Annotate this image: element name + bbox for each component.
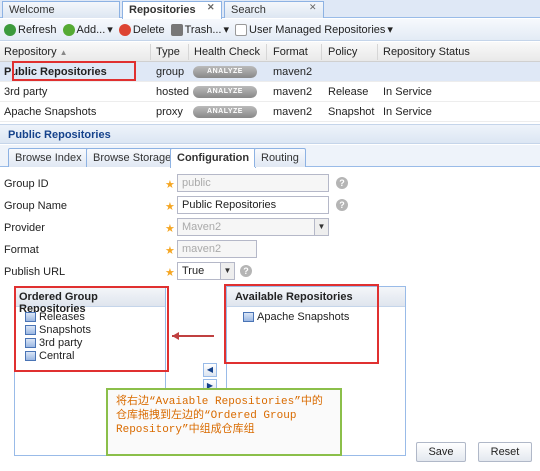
repository-policy: Snapshot <box>328 106 375 118</box>
repository-type: proxy <box>156 106 183 118</box>
group-name-field[interactable]: Public Repositories <box>177 196 329 214</box>
analyze-button[interactable]: ANALYZE <box>193 86 257 98</box>
repository-status: In Service <box>383 106 432 118</box>
dropdown-arrow-icon: ▾ <box>387 24 393 36</box>
column-header-type[interactable]: Type <box>156 46 180 58</box>
dropdown-arrow-icon: ▾ <box>223 24 230 36</box>
provider-label: Provider <box>4 222 45 234</box>
close-icon[interactable]: ✕ <box>309 2 317 13</box>
repository-type: group <box>156 66 185 78</box>
note-line: Repository”中组成仓库组 <box>116 424 255 436</box>
trash-label: Trash... <box>184 23 222 36</box>
tab-welcome[interactable]: Welcome <box>2 1 120 18</box>
add-button[interactable]: Add... ▾ <box>61 23 115 36</box>
note-line: 将右边“Avaiable Repositories”中的 <box>116 396 323 408</box>
publish-url-value: True <box>182 265 205 277</box>
tab-search[interactable]: Search ✕ <box>224 1 324 18</box>
arrow-left-icon <box>172 332 179 340</box>
trash-button[interactable]: Trash... ▾ <box>169 23 231 36</box>
tab-configuration[interactable]: Configuration <box>170 148 257 168</box>
tab-browse-index[interactable]: Browse Index <box>8 148 89 167</box>
tab-search-label: Search <box>231 4 266 16</box>
refresh-label: Refresh <box>18 23 57 36</box>
delete-icon <box>118 23 131 36</box>
group-name-label: Group Name <box>4 200 67 212</box>
publish-url-label: Publish URL <box>4 266 66 278</box>
detail-tab-bar: Browse Index Browse Storage Configuratio… <box>0 145 540 168</box>
analyze-button[interactable]: ANALYZE <box>193 106 257 118</box>
add-icon <box>62 23 75 36</box>
provider-value: Maven2 <box>182 221 222 233</box>
highlight-box-selected-repository <box>12 61 136 81</box>
help-icon[interactable]: ? <box>240 265 252 277</box>
repository-toolbar: Refresh Add... ▾ Delete Trash... ▾ User Ma… <box>0 19 540 41</box>
format-field[interactable]: maven2 <box>177 240 257 258</box>
main-tab-bar: Welcome Repositories ✕ Search ✕ <box>0 0 540 19</box>
add-label: Add... <box>76 23 106 36</box>
table-row[interactable]: 3rd party hosted ANALYZE maven2 Release … <box>0 82 540 102</box>
reset-button[interactable]: Reset <box>478 442 532 462</box>
column-header-repository-label: Repository <box>4 46 57 58</box>
required-star-icon: ★ <box>165 267 175 279</box>
save-button[interactable]: Save <box>416 442 466 462</box>
repository-type: hosted <box>156 86 190 98</box>
repository-format: maven2 <box>273 66 313 78</box>
required-star-icon: ★ <box>165 201 175 213</box>
document-icon <box>235 23 248 36</box>
dropdown-arrow-icon: ▾ <box>107 24 113 36</box>
tab-repositories-label: Repositories <box>129 4 196 16</box>
close-icon[interactable]: ✕ <box>207 2 215 13</box>
required-star-icon: ★ <box>165 245 175 257</box>
column-header-health-check[interactable]: Health Check <box>194 46 260 58</box>
user-managed-label: User Managed Repositories <box>249 23 386 36</box>
provider-select[interactable]: Maven2 ▼ <box>177 218 329 236</box>
required-star-icon: ★ <box>165 223 175 235</box>
group-id-field[interactable]: public <box>177 174 329 192</box>
grid-header: Repository ▲ Type Health Check Format Po… <box>0 42 540 62</box>
repository-status: In Service <box>383 86 432 98</box>
column-header-repository[interactable]: Repository ▲ <box>4 46 68 58</box>
tab-repositories[interactable]: Repositories ✕ <box>122 1 222 19</box>
help-icon[interactable]: ? <box>336 177 348 189</box>
repository-policy: Release <box>328 86 369 98</box>
analyze-button[interactable]: ANALYZE <box>193 66 257 78</box>
tab-routing[interactable]: Routing <box>254 148 306 167</box>
help-icon[interactable]: ? <box>336 199 348 211</box>
chevron-left-icon: ◀ <box>206 365 214 374</box>
note-line: 仓库拖拽到左边的“Ordered Group <box>116 410 297 422</box>
column-header-repository-status[interactable]: Repository Status <box>383 46 470 58</box>
move-left-button[interactable]: ◀ <box>203 363 217 377</box>
column-header-format[interactable]: Format <box>273 46 308 58</box>
repository-name: 3rd party <box>4 86 48 98</box>
delete-button[interactable]: Delete <box>117 23 167 36</box>
required-star-icon: ★ <box>165 179 175 191</box>
trash-icon <box>170 23 183 36</box>
group-id-label: Group ID <box>4 178 49 190</box>
refresh-button[interactable]: Refresh <box>2 23 59 36</box>
tab-browse-storage[interactable]: Browse Storage <box>86 148 179 167</box>
highlight-box-available <box>224 284 379 364</box>
repository-grid: Repository ▲ Type Health Check Format Po… <box>0 42 540 122</box>
publish-url-select[interactable]: True ▼ <box>177 262 235 280</box>
refresh-icon <box>4 23 16 36</box>
repository-format: maven2 <box>273 106 313 118</box>
sort-asc-icon: ▲ <box>59 48 68 57</box>
highlight-box-ordered <box>14 286 169 372</box>
repository-format: maven2 <box>273 86 313 98</box>
chevron-down-icon[interactable]: ▼ <box>220 263 234 279</box>
tab-welcome-label: Welcome <box>9 4 55 16</box>
column-header-policy[interactable]: Policy <box>328 46 357 58</box>
format-label: Format <box>4 244 39 256</box>
annotation-note: 将右边“Avaiable Repositories”中的 仓库拖拽到左边的“Or… <box>106 388 342 456</box>
chevron-down-icon[interactable]: ▼ <box>314 219 328 235</box>
user-managed-repositories-button[interactable]: User Managed Repositories ▾ <box>233 23 395 36</box>
detail-panel-title: Public Repositories <box>0 124 540 144</box>
table-row[interactable]: Apache Snapshots proxy ANALYZE maven2 Sn… <box>0 102 540 122</box>
repository-name: Apache Snapshots <box>4 106 97 118</box>
delete-label: Delete <box>132 23 165 36</box>
